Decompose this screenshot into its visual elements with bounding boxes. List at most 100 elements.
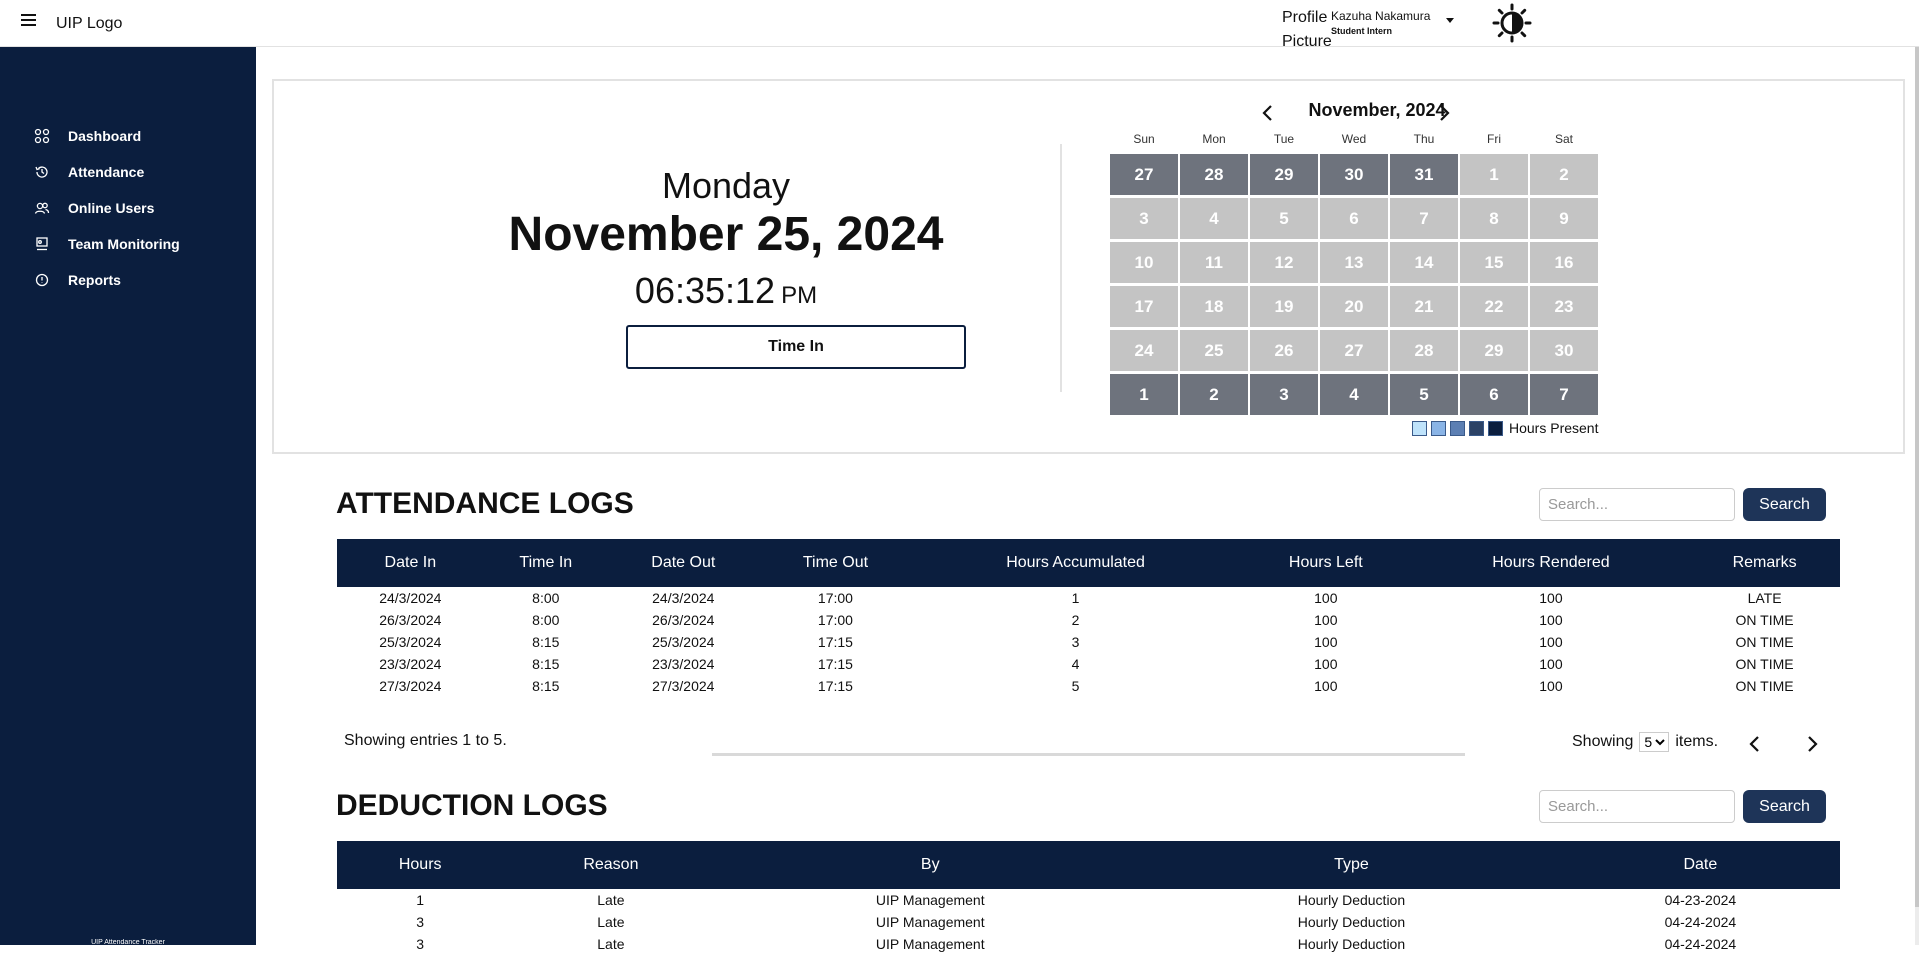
sidebar-item-team-monitoring[interactable]: Team Monitoring	[34, 232, 180, 256]
theme-toggle-sun-icon[interactable]	[1492, 3, 1532, 43]
column-header[interactable]: Time Out	[758, 539, 913, 587]
column-header[interactable]: Reason	[503, 841, 719, 889]
calendar-day-cell[interactable]: 1	[1460, 154, 1528, 195]
calendar-day-cell[interactable]: 27	[1110, 154, 1178, 195]
time-in-button[interactable]: Time In	[626, 325, 966, 369]
calendar-month-title: November, 2024	[1252, 100, 1502, 121]
table-cell: Late	[597, 936, 625, 952]
profile-dropdown-caret-icon[interactable]	[1446, 18, 1454, 23]
calendar-day-cell[interactable]: 1	[1110, 374, 1178, 415]
table-cell: 04-24-2024	[1664, 936, 1737, 952]
calendar-day-cell[interactable]: 30	[1320, 154, 1388, 195]
vertical-scrollbar[interactable]	[1915, 47, 1919, 945]
calendar-day-cell[interactable]: 10	[1110, 242, 1178, 283]
attendance-search-button[interactable]: Search	[1743, 488, 1826, 521]
calendar-day-cell[interactable]: 23	[1530, 286, 1598, 327]
column-header[interactable]: Date In	[337, 539, 484, 587]
calendar-next-month-icon[interactable]	[1434, 103, 1454, 123]
calendar-day-cell[interactable]: 8	[1460, 198, 1528, 239]
calendar-day-cell[interactable]: 28	[1390, 330, 1458, 371]
table-row[interactable]: 23/3/2024 8:15 23/3/2024 17:15 4 100 100 ON TIM…	[337, 653, 1840, 675]
calendar-day-cell[interactable]: 13	[1320, 242, 1388, 283]
calendar-day-cell[interactable]: 24	[1110, 330, 1178, 371]
calendar-day-cell[interactable]: 5	[1250, 198, 1318, 239]
calendar-day-cell[interactable]: 14	[1390, 242, 1458, 283]
calendar-day-cell[interactable]: 2	[1530, 154, 1598, 195]
sidebar-item-online-users[interactable]: Online Users	[34, 196, 154, 220]
calendar-weekday-label: Sun	[1133, 132, 1155, 146]
calendar-day-cell[interactable]: 2	[1180, 374, 1248, 415]
calendar-day-cell[interactable]: 18	[1180, 286, 1248, 327]
calendar-day-cell[interactable]: 28	[1180, 154, 1248, 195]
calendar-day-cell[interactable]: 17	[1110, 286, 1178, 327]
calendar-day-cell[interactable]: 30	[1530, 330, 1598, 371]
calendar-day-cell[interactable]: 15	[1460, 242, 1528, 283]
column-header[interactable]: By	[718, 841, 1143, 889]
deduction-logs-title: DEDUCTION LOGS	[336, 789, 608, 822]
horizontal-scrollbar[interactable]	[712, 753, 1465, 756]
table-cell: ON TIME	[1735, 678, 1794, 694]
calendar-day-cell[interactable]: 4	[1320, 374, 1388, 415]
calendar-day-cell[interactable]: 7	[1390, 198, 1458, 239]
sidebar-item-dashboard[interactable]: Dashboard	[34, 124, 141, 148]
deduction-search-button[interactable]: Search	[1743, 790, 1826, 823]
page-size-select[interactable]: 5	[1639, 732, 1670, 752]
legend-swatch	[1488, 420, 1503, 436]
table-row[interactable]: 3 Late UIP Management Hourly Deduction 04-24…	[337, 933, 1840, 955]
calendar-day-cell[interactable]: 29	[1250, 154, 1318, 195]
profile-picture[interactable]: Profile Picture	[1282, 6, 1332, 54]
app-logo[interactable]: UIP Logo	[56, 15, 122, 33]
calendar-day-cell[interactable]: 16	[1530, 242, 1598, 283]
column-header[interactable]: Time In	[483, 539, 608, 587]
column-header[interactable]: Date	[1560, 841, 1840, 889]
column-header[interactable]: Hours Rendered	[1412, 539, 1690, 587]
page-size-control: Showing 5 items.	[1572, 732, 1718, 752]
table-cell: ON TIME	[1735, 656, 1794, 672]
hamburger-menu-icon[interactable]	[21, 14, 36, 27]
sidebar-item-attendance[interactable]: Attendance	[34, 160, 144, 184]
calendar-day-cell[interactable]: 26	[1250, 330, 1318, 371]
column-header[interactable]: Date Out	[607, 539, 759, 587]
calendar-day-cell[interactable]: 27	[1320, 330, 1388, 371]
column-header[interactable]: Type	[1142, 841, 1561, 889]
calendar-day-cell[interactable]: 6	[1320, 198, 1388, 239]
column-header[interactable]: Remarks	[1689, 539, 1840, 587]
calendar-day-cell[interactable]: 3	[1250, 374, 1318, 415]
attendance-search-input[interactable]	[1539, 488, 1735, 521]
column-header[interactable]: Hours Left	[1238, 539, 1413, 587]
entries-info: Showing entries 1 to 5.	[344, 732, 507, 749]
table-row[interactable]: 3 Late UIP Management Hourly Deduction 04-24…	[337, 911, 1840, 933]
table-row[interactable]: 25/3/2024 8:15 25/3/2024 17:15 3 100 100 ON TIM…	[337, 631, 1840, 653]
sidebar-item-reports[interactable]: Reports	[34, 268, 121, 292]
scrollbar-thumb[interactable]	[1915, 47, 1919, 907]
calendar-day-cell[interactable]: 5	[1390, 374, 1458, 415]
table-body: 1 Late UIP Management Hourly Deduction 04-23…	[337, 889, 1840, 955]
calendar-day-cell[interactable]: 21	[1390, 286, 1458, 327]
calendar-day-cell[interactable]: 4	[1180, 198, 1248, 239]
table-cell: 24/3/2024	[652, 590, 715, 606]
table-cell: 17:15	[817, 678, 853, 694]
calendar-day-cell[interactable]: 6	[1460, 374, 1528, 415]
calendar-day-cell[interactable]: 3	[1110, 198, 1178, 239]
calendar-day-cell[interactable]: 19	[1250, 286, 1318, 327]
table-row[interactable]: 1 Late UIP Management Hourly Deduction 04-23…	[337, 889, 1840, 911]
table-row[interactable]: 26/3/2024 8:00 26/3/2024 17:00 2 100 100 ON TIM…	[337, 609, 1840, 631]
calendar-day-cell[interactable]: 9	[1530, 198, 1598, 239]
deduction-search-input[interactable]	[1539, 790, 1735, 823]
table-cell: Hourly Deduction	[1297, 892, 1406, 908]
calendar-day-cell[interactable]: 22	[1460, 286, 1528, 327]
calendar-day-cell[interactable]: 29	[1460, 330, 1528, 371]
calendar-day-cell[interactable]: 7	[1530, 374, 1598, 415]
pagination-next-icon[interactable]	[1802, 734, 1822, 754]
calendar-day-cell[interactable]: 25	[1180, 330, 1248, 371]
pagination-prev-icon[interactable]	[1745, 734, 1765, 754]
table-row[interactable]: 24/3/2024 8:00 24/3/2024 17:00 1 100 100 LATE	[337, 587, 1840, 609]
table-cell: 24/3/2024	[379, 590, 442, 606]
column-header[interactable]: Hours Accumulated	[912, 539, 1239, 587]
calendar-day-cell[interactable]: 12	[1250, 242, 1318, 283]
calendar-day-cell[interactable]: 31	[1390, 154, 1458, 195]
table-row[interactable]: 27/3/2024 8:15 27/3/2024 17:15 5 100 100 ON TIM…	[337, 675, 1840, 697]
calendar-day-cell[interactable]: 11	[1180, 242, 1248, 283]
column-header[interactable]: Hours	[337, 841, 504, 889]
calendar-day-cell[interactable]: 20	[1320, 286, 1388, 327]
